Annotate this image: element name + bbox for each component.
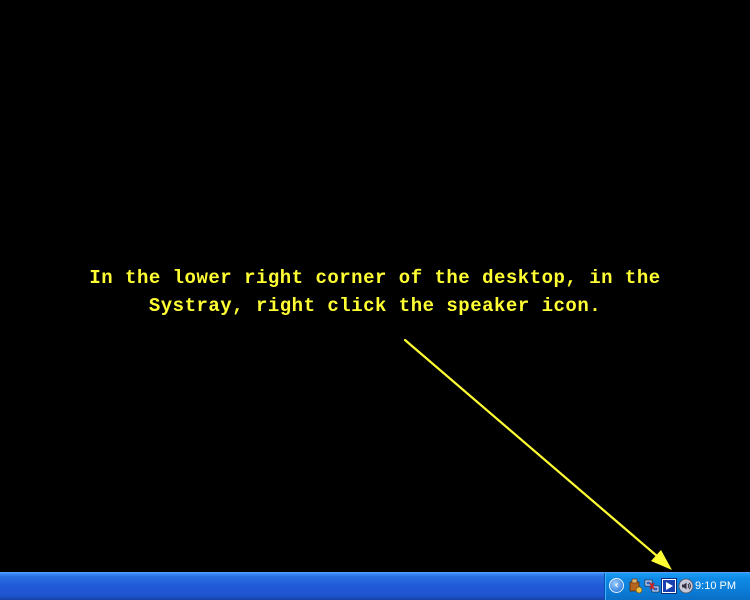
arrow-shaft [403, 338, 666, 564]
arrow-head [651, 550, 672, 570]
tray-app-icon[interactable] [627, 578, 643, 594]
show-hidden-icons-button[interactable]: ‹ [609, 578, 624, 593]
instruction-line-1: In the lower right corner of the desktop… [89, 267, 661, 289]
desktop: In the lower right corner of the desktop… [0, 0, 750, 600]
instruction-line-2: Systray, right click the speaker icon. [148, 295, 602, 317]
media-player-icon[interactable] [661, 578, 677, 594]
network-icon[interactable] [644, 578, 660, 594]
instruction-text: In the lower right corner of the desktop… [20, 264, 730, 320]
system-tray: ‹ 9:10 PM [604, 573, 750, 600]
taskbar-clock[interactable]: 9:10 PM [695, 573, 736, 600]
speaker-icon[interactable] [678, 578, 694, 594]
taskbar: ‹ 9:10 PM [0, 572, 750, 600]
